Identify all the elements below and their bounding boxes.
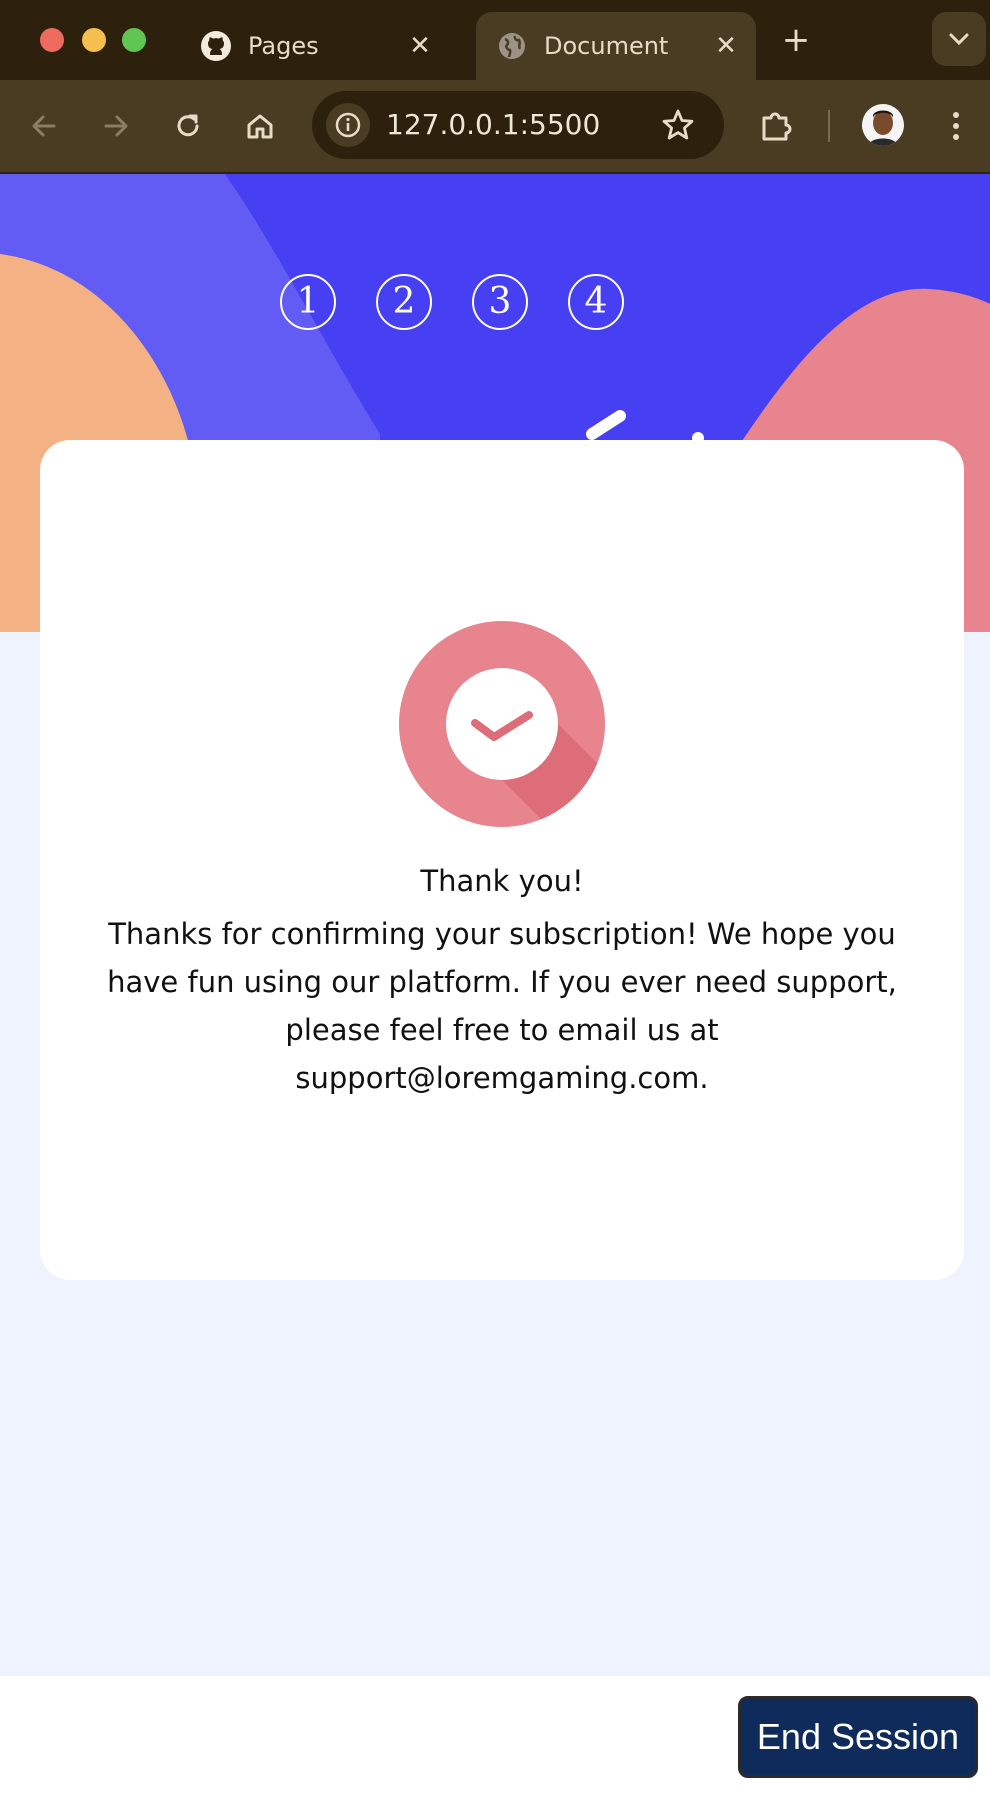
window-minimize-button[interactable] — [82, 28, 106, 52]
tab-document[interactable]: Document ✕ — [476, 12, 756, 80]
step-indicator-1: 1 — [280, 274, 336, 330]
reload-button[interactable] — [168, 106, 208, 146]
browser-tab-bar: Pages ✕ Document ✕ + — [0, 0, 990, 80]
forward-button[interactable] — [96, 106, 136, 146]
session-footer: End Session — [0, 1676, 990, 1799]
address-bar[interactable]: 127.0.0.1:5500 — [312, 91, 724, 159]
tab-pages[interactable]: Pages ✕ — [180, 12, 450, 80]
bookmark-star-icon[interactable] — [660, 107, 696, 143]
reload-icon — [177, 114, 199, 137]
tab-search-button[interactable] — [932, 12, 986, 66]
window-maximize-button[interactable] — [122, 28, 146, 52]
home-icon — [247, 114, 273, 139]
close-tab-icon[interactable]: ✕ — [706, 31, 746, 61]
chevron-down-icon — [949, 33, 969, 46]
step-indicator-4: 4 — [568, 274, 624, 330]
browser-toolbar: 127.0.0.1:5500 — [0, 80, 990, 174]
github-icon — [200, 30, 232, 62]
back-button[interactable] — [24, 106, 64, 146]
tab-label: Document — [544, 32, 669, 60]
success-check-icon — [398, 620, 606, 828]
arrow-right-icon — [104, 115, 128, 137]
new-tab-button[interactable]: + — [776, 20, 816, 60]
extensions-button[interactable] — [756, 106, 796, 146]
url-text: 127.0.0.1:5500 — [386, 108, 601, 141]
globe-icon — [496, 30, 528, 62]
step-indicator-3: 3 — [472, 274, 528, 330]
tab-label: Pages — [248, 32, 319, 60]
end-session-button[interactable]: End Session — [738, 1696, 978, 1778]
confirmation-message: Thanks for confirming your subscription!… — [107, 917, 897, 1095]
close-tab-icon[interactable]: ✕ — [400, 31, 440, 61]
home-button[interactable] — [240, 106, 280, 146]
window-close-button[interactable] — [40, 28, 64, 52]
toolbar-divider — [828, 110, 830, 142]
more-vert-icon — [953, 112, 959, 140]
arrow-left-icon — [32, 115, 56, 137]
confirmation-card: Thank you! Thanks for confirming your su… — [40, 440, 964, 1280]
puzzle-icon — [762, 112, 792, 141]
site-info-icon[interactable] — [326, 103, 370, 147]
profile-avatar[interactable] — [862, 104, 904, 146]
step-indicator-2: 2 — [376, 274, 432, 330]
thank-you-heading: Thank you! — [420, 864, 584, 898]
browser-menu-button[interactable] — [936, 106, 976, 146]
